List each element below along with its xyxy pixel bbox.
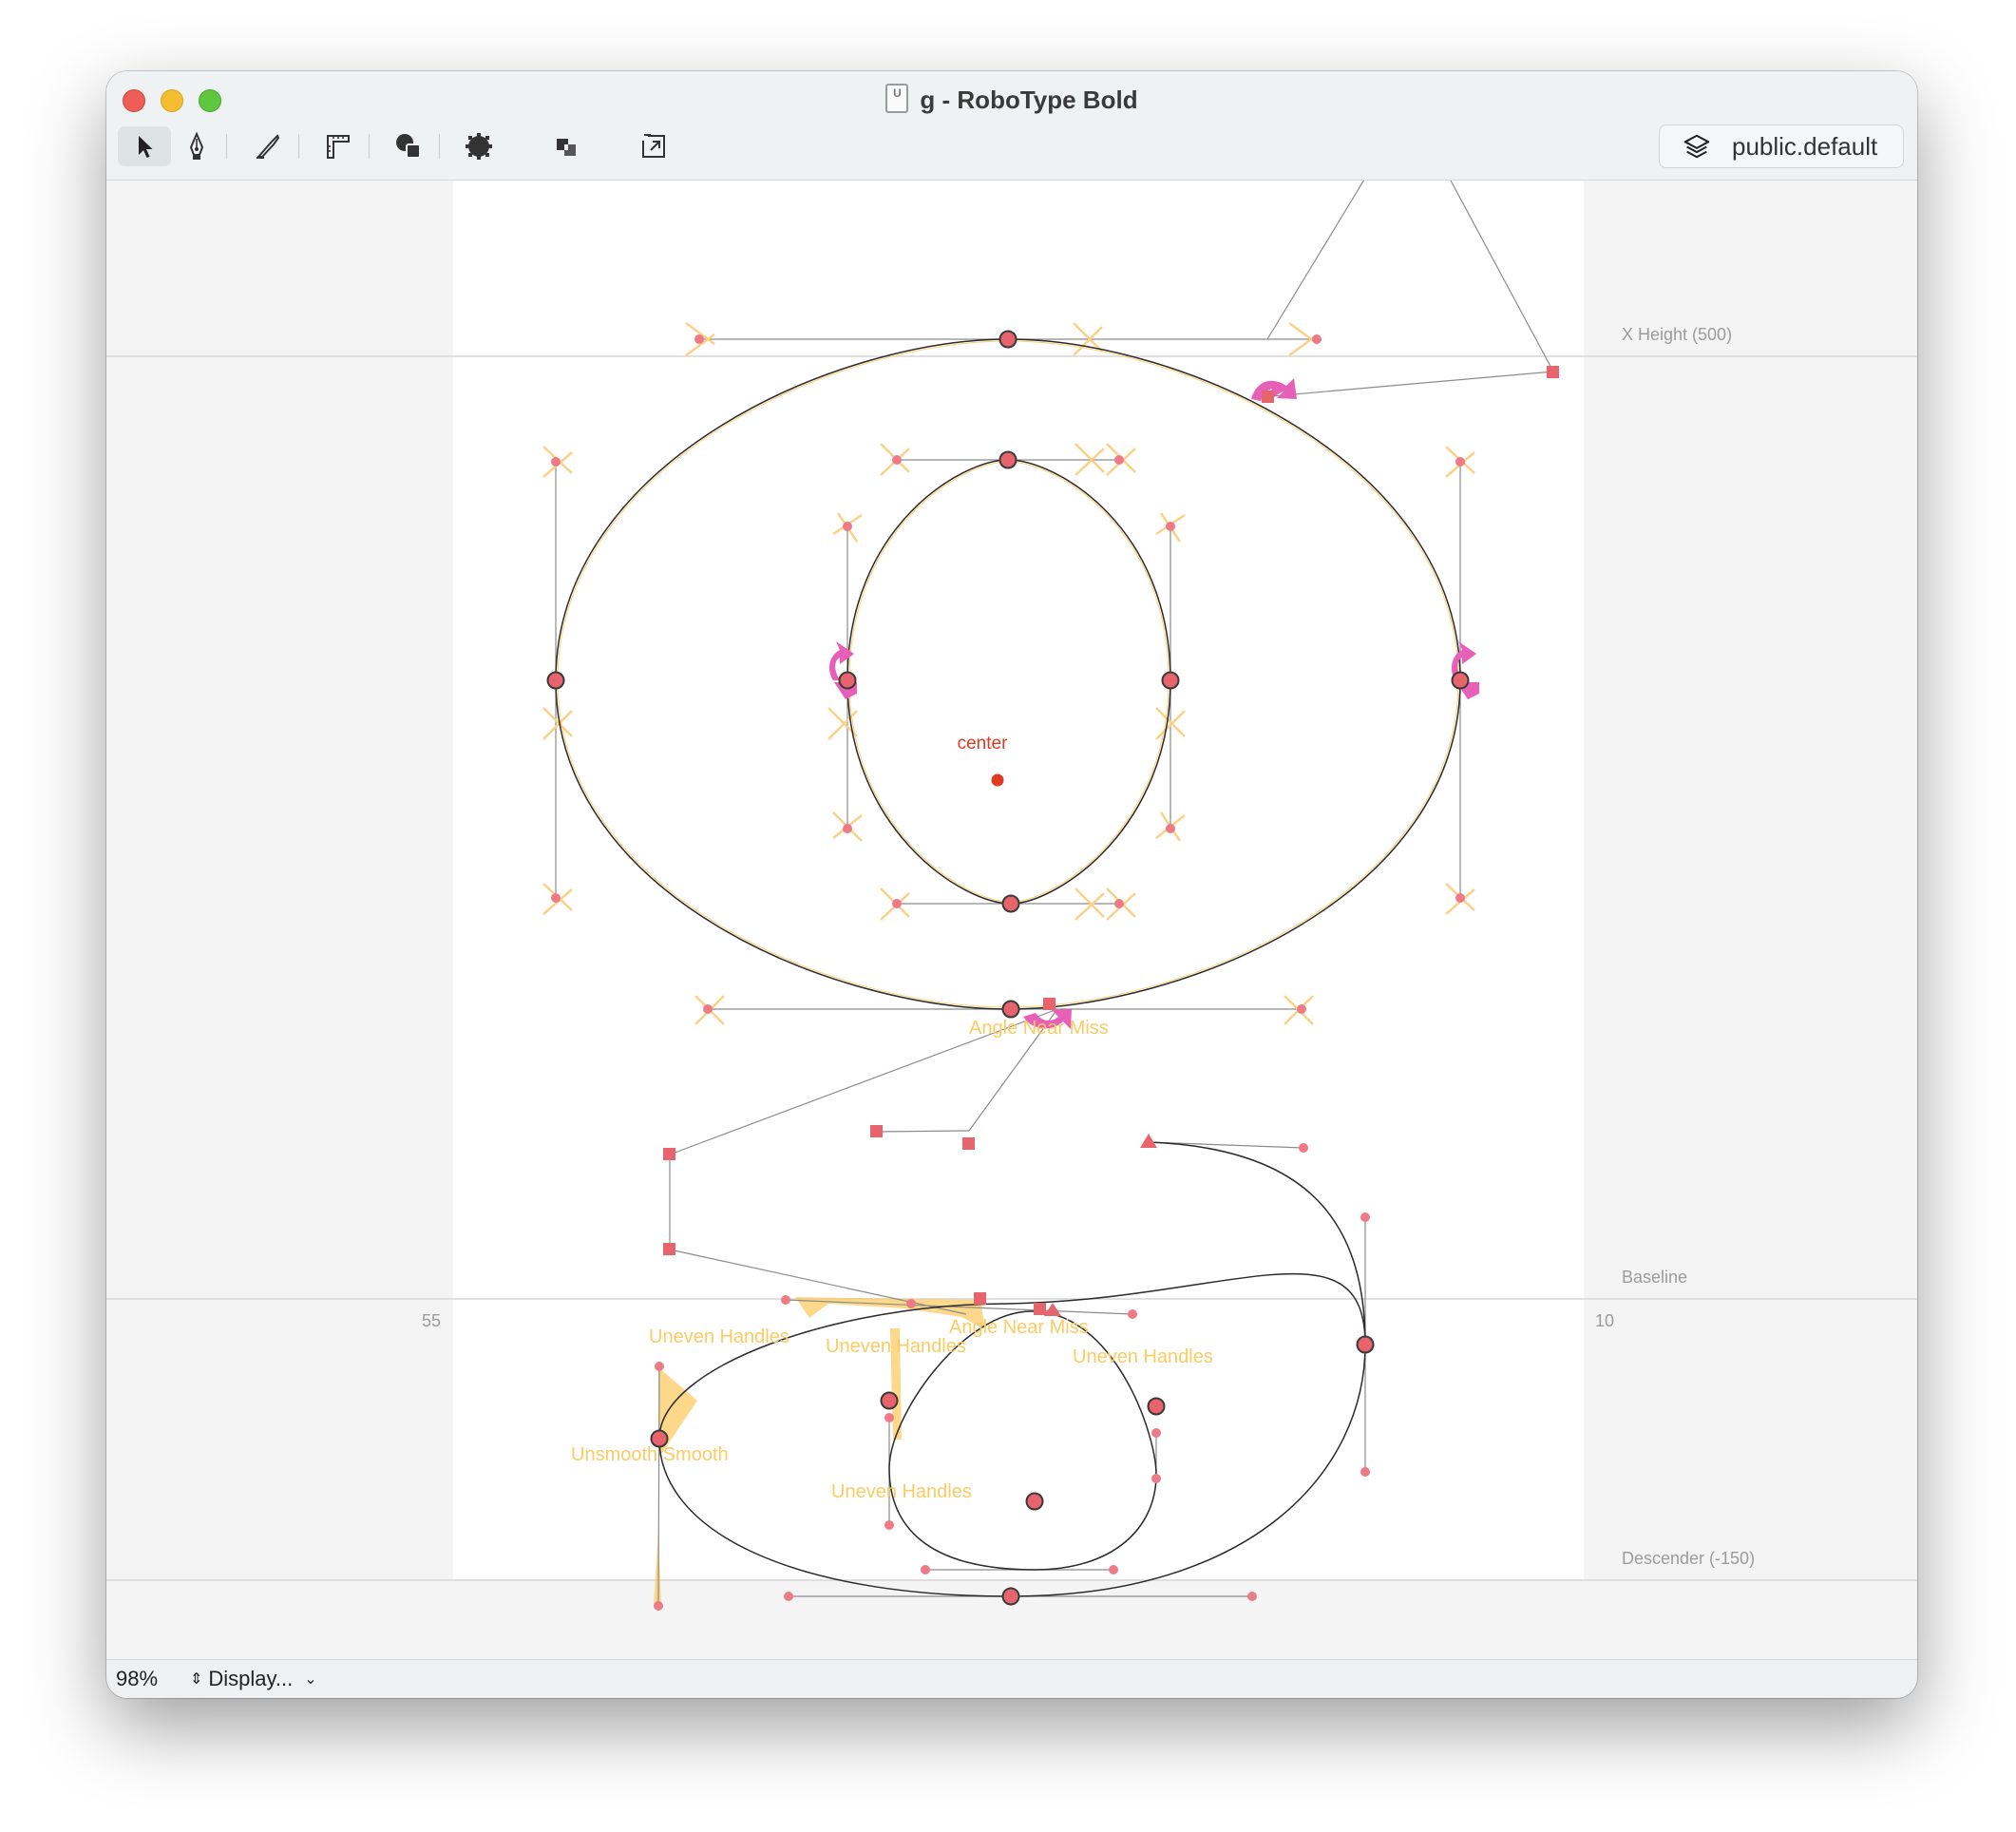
display-menu-label: Display... xyxy=(208,1667,294,1690)
pen-nib-icon xyxy=(189,131,204,160)
left-margin-value: 55 xyxy=(422,1311,441,1330)
x-height-label: X Height (500) xyxy=(1622,325,1732,344)
arrow-cursor-icon xyxy=(139,136,153,158)
layer-name-label: public.default xyxy=(1732,131,1878,161)
layers-overlap-tool[interactable] xyxy=(540,126,593,166)
annotation-angle-near-miss: Angle Near Miss xyxy=(949,1317,1089,1338)
layer-popup-button[interactable]: public.default xyxy=(1659,124,1904,168)
window-title-area: g - RoboType Bold xyxy=(106,81,1917,119)
toolbar-separator xyxy=(369,134,370,159)
ruler-icon xyxy=(327,135,350,159)
anchor-point-center[interactable] xyxy=(991,773,1004,787)
knife-icon xyxy=(256,134,280,159)
glyph-advance-area xyxy=(453,181,1584,1580)
annotation-unsmooth-smooth: Unsmooth Smooth xyxy=(571,1444,729,1465)
right-margin-value: 10 xyxy=(1595,1311,1614,1330)
knife-tool[interactable] xyxy=(241,126,295,166)
chevron-down-icon: ⌄ xyxy=(304,1671,317,1688)
display-menu-button[interactable]: ⇕ Display... ⌄ xyxy=(190,1667,317,1691)
ufo-document-icon[interactable] xyxy=(885,84,909,113)
toolbar-separator xyxy=(298,134,299,159)
status-bar: 98% ⇕ Display... ⌄ xyxy=(106,1659,1917,1698)
annotation-angle-near-miss: Angle Near Miss xyxy=(969,1018,1109,1039)
baseline-label: Baseline xyxy=(1622,1268,1687,1287)
layers-stack-icon xyxy=(1683,134,1710,159)
sidebearing-tool[interactable] xyxy=(627,126,680,166)
square-arrow-icon xyxy=(642,134,665,158)
glyph-canvas-drawing[interactable]: X Height (500) Baseline Descender (-150)… xyxy=(106,181,1917,1659)
blob-icon xyxy=(466,133,492,160)
brush-tool[interactable] xyxy=(452,126,505,166)
toolbar-separator xyxy=(226,134,227,159)
overlap-squares-icon xyxy=(557,139,576,156)
annotation-uneven-handles: Uneven Handles xyxy=(831,1481,972,1502)
zoom-level[interactable]: 98% xyxy=(116,1667,190,1691)
shape-tool[interactable] xyxy=(382,126,435,166)
shapes-icon xyxy=(396,134,421,159)
title-bar: g - RoboType Bold xyxy=(106,71,1917,181)
annotation-uneven-handles: Uneven Handles xyxy=(1073,1346,1213,1367)
measure-tool[interactable] xyxy=(312,126,365,166)
annotation-uneven-handles: Uneven Handles xyxy=(649,1326,789,1347)
glyph-editor-window: g - RoboType Bold xyxy=(106,71,1917,1698)
select-tool[interactable] xyxy=(118,126,171,166)
updown-chevron-icon: ⇕ xyxy=(190,1671,203,1688)
annotation-uneven-handles: Uneven Handles xyxy=(826,1336,966,1357)
anchor-label: center xyxy=(958,734,1008,754)
bezier-tool[interactable] xyxy=(170,126,223,166)
glyph-canvas[interactable]: X Height (500) Baseline Descender (-150)… xyxy=(106,181,1917,1659)
descender-label: Descender (-150) xyxy=(1622,1549,1755,1568)
toolbar-separator xyxy=(439,134,440,159)
window-title: g - RoboType Bold xyxy=(920,86,1138,114)
